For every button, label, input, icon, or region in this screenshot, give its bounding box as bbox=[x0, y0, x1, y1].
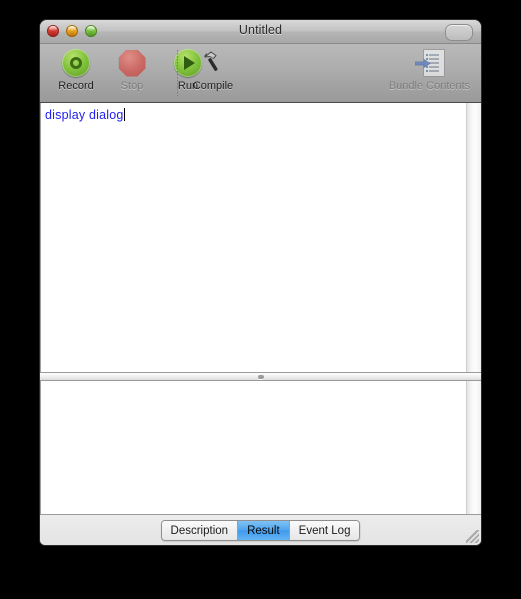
bundle-contents-icon bbox=[414, 47, 445, 79]
toolbar-label-stop: Stop bbox=[120, 80, 144, 92]
toolbar-toggle-button[interactable] bbox=[445, 24, 473, 41]
record-icon bbox=[62, 47, 90, 79]
content-panes: display dialog bbox=[40, 103, 481, 516]
toolbar-label-record: Record bbox=[58, 80, 94, 92]
toolbar-group-compile: Compile bbox=[185, 44, 241, 102]
editor-vertical-scrollbar[interactable] bbox=[466, 103, 481, 372]
stop-icon bbox=[118, 47, 146, 79]
tab-event-log[interactable]: Event Log bbox=[289, 521, 360, 540]
tab-result[interactable]: Result bbox=[238, 521, 290, 540]
window-title: Untitled bbox=[238, 23, 283, 37]
window-resize-grip[interactable] bbox=[466, 530, 479, 543]
toolbar: Record Stop Run Compile Bundle Contents bbox=[40, 44, 481, 103]
toolbar-button-compile[interactable]: Compile bbox=[185, 44, 241, 92]
result-tab-group: Description Result Event Log bbox=[160, 520, 361, 541]
toolbar-label-compile: Compile bbox=[192, 80, 234, 92]
script-source-text[interactable]: display dialog bbox=[45, 108, 125, 122]
text-caret bbox=[123, 108, 125, 121]
script-editor-window: Untitled Record Stop Run Compile Bundle … bbox=[40, 20, 481, 545]
window-titlebar: Untitled bbox=[40, 20, 481, 44]
toolbar-button-stop[interactable]: Stop bbox=[104, 44, 160, 92]
script-editor-pane[interactable]: display dialog bbox=[40, 103, 481, 372]
toolbar-separator bbox=[177, 50, 178, 96]
splitter-grip[interactable] bbox=[257, 375, 264, 379]
toolbar-button-record[interactable]: Record bbox=[48, 44, 104, 92]
result-pane[interactable] bbox=[40, 381, 481, 516]
footer-bar: Description Result Event Log bbox=[40, 514, 481, 545]
pane-splitter[interactable] bbox=[40, 372, 481, 381]
toolbar-label-bundle-contents: Bundle Contents bbox=[388, 80, 471, 92]
toolbar-button-bundle-contents[interactable]: Bundle Contents bbox=[382, 44, 477, 92]
tab-description[interactable]: Description bbox=[161, 521, 239, 540]
result-vertical-scrollbar[interactable] bbox=[466, 381, 481, 516]
hammer-icon bbox=[198, 47, 228, 79]
result-content bbox=[41, 381, 481, 391]
toolbar-group-bundle: Bundle Contents bbox=[382, 44, 477, 102]
script-text-value: display dialog bbox=[45, 108, 124, 122]
